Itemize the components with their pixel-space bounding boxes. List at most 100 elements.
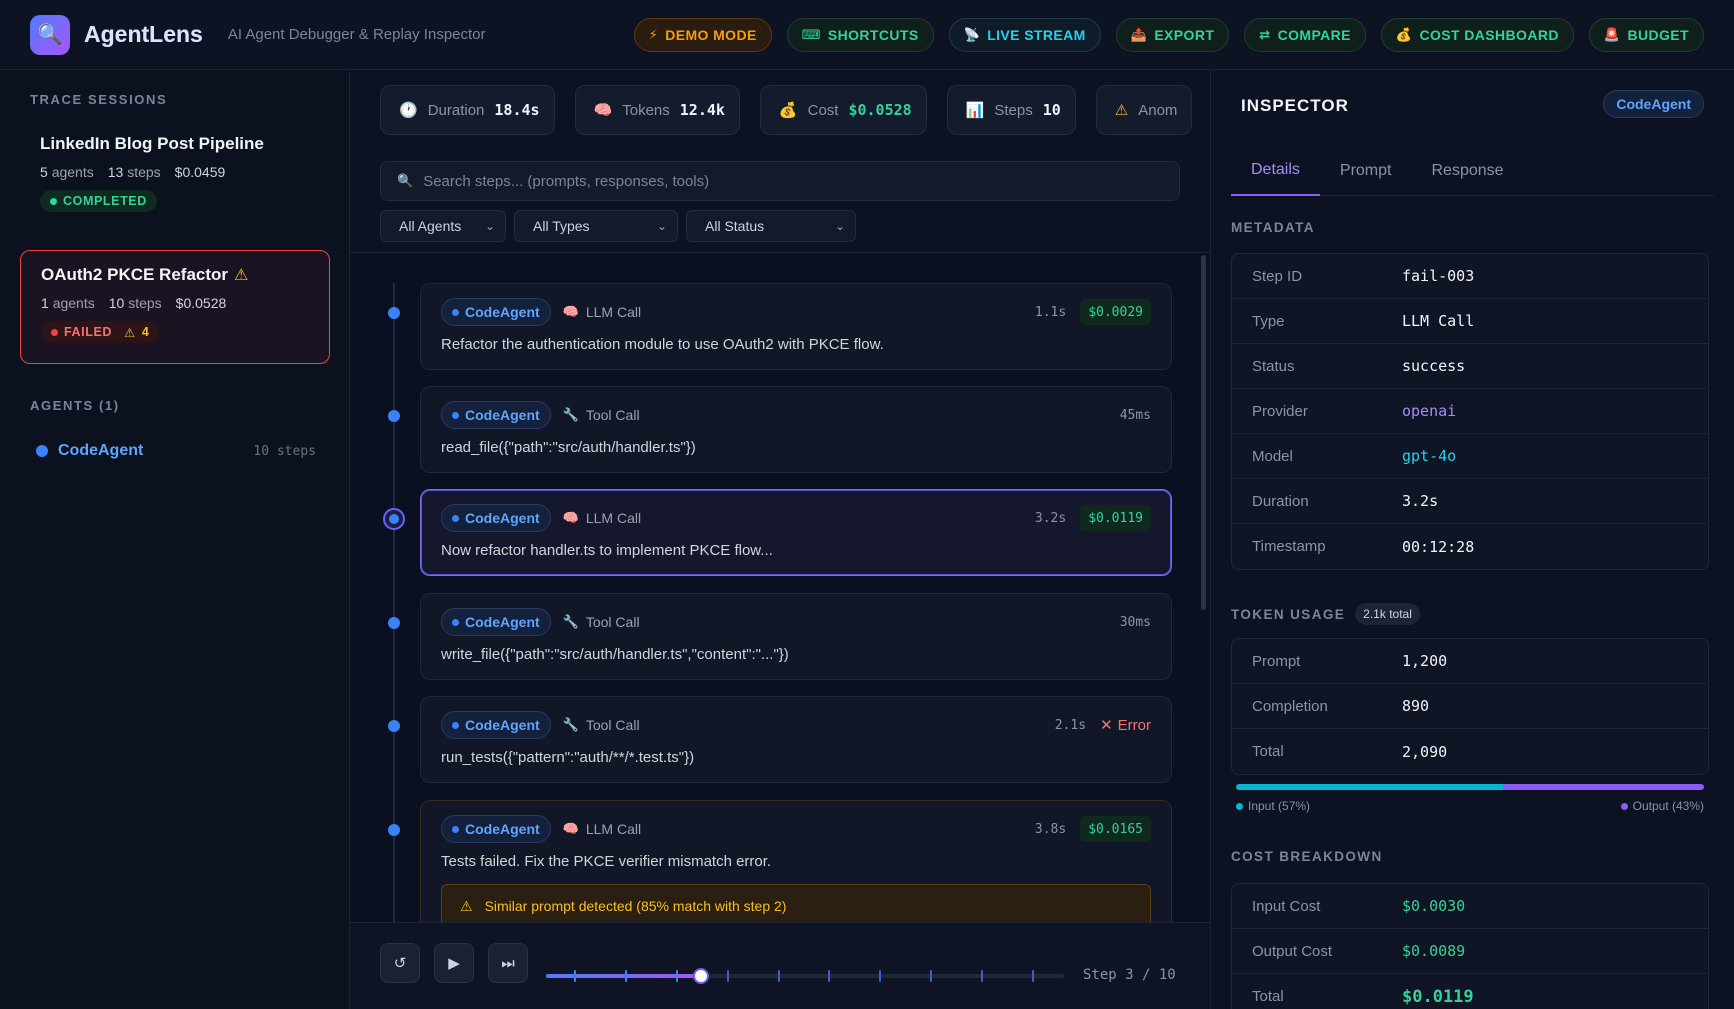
tab-prompt[interactable]: Prompt (1320, 146, 1412, 196)
step-type-label: LLM Call (585, 821, 642, 837)
step-marker[interactable] (675, 970, 678, 982)
kv-row: Total 2,090 (1232, 729, 1708, 774)
reset-icon: ↺ (393, 955, 407, 972)
shortcuts-button[interactable]: ⌨ SHORTCUTS (786, 17, 934, 52)
timeline-dot[interactable] (388, 617, 400, 629)
step-cost: $0.0165 (1080, 816, 1151, 842)
timeline-dot[interactable] (388, 307, 400, 319)
kv-value: 00:12:28 (1402, 537, 1475, 556)
agents-label: AGENTS (1) (30, 398, 120, 413)
reset-button[interactable]: ↺ (380, 943, 420, 983)
session-step-count: 13 (107, 164, 124, 180)
search-input[interactable] (423, 172, 1163, 190)
timeline-dot[interactable] (388, 824, 400, 836)
alarm-icon: 🚨 (1603, 26, 1621, 42)
app-title: AgentLens (84, 21, 203, 47)
step-marker[interactable] (1032, 970, 1034, 982)
token-total-chip: 2.1k total (1355, 603, 1420, 625)
inspector-agent-badge: CodeAgent (1603, 90, 1704, 118)
budget-button[interactable]: 🚨 BUDGET (1588, 17, 1704, 52)
stat-value: 18.4s (494, 101, 540, 119)
legend-dot (1236, 802, 1243, 810)
agent-name: CodeAgent (465, 717, 540, 733)
step-type: 🔧 Tool Call (563, 717, 640, 733)
step-card[interactable]: CodeAgent 🔧 Tool Call 45ms read_file({"path"… (420, 386, 1172, 473)
agent-dot (452, 308, 459, 316)
slider-handle[interactable] (693, 968, 710, 984)
step-content: read_file({"path":"src/auth/handler.ts"}… (441, 439, 696, 456)
export-button[interactable]: 📤 EXPORT (1115, 17, 1230, 52)
step-type-label: LLM Call (585, 510, 642, 526)
session-item-oauth[interactable]: OAuth2 PKCE Refactor ⚠ 1 agents 10 steps… (20, 250, 330, 364)
step-duration: 2.1s (1054, 717, 1087, 733)
timeline-line (393, 283, 395, 983)
session-agent-count: 1 (41, 295, 49, 311)
step-stats: 1.1s $0.0029 (1035, 299, 1151, 325)
stat-label: Anom (1138, 101, 1178, 119)
select-value: All Status (705, 218, 765, 234)
step-header: CodeAgent 🧠 LLM Call 3.2s $0.0119 (441, 504, 1151, 532)
session-item-linkedin[interactable]: LinkedIn Blog Post Pipeline 5 agents 13 … (20, 120, 330, 220)
step-marker[interactable] (574, 970, 576, 982)
agent-badge: CodeAgent (441, 298, 551, 326)
stat-label: Cost (807, 101, 839, 119)
kv-key: Input Cost (1252, 897, 1321, 915)
agent-dot (452, 618, 459, 626)
tab-response[interactable]: Response (1411, 146, 1523, 196)
step-marker[interactable] (624, 970, 627, 982)
live-stream-button[interactable]: 📡 LIVE STREAM (948, 17, 1101, 52)
scrollbar-thumb[interactable] (1201, 255, 1206, 610)
compare-button[interactable]: ⇄ COMPARE (1244, 17, 1366, 52)
button-label: EXPORT (1154, 26, 1215, 43)
select-value: All Types (533, 218, 590, 234)
error-label: Error (1117, 716, 1151, 734)
playback-bar: ↺ ▶ ⏭ Step 3 / 10 (350, 922, 1210, 1009)
step-marker[interactable] (981, 970, 984, 982)
step-card[interactable]: CodeAgent 🔧 Tool Call 30ms write_file({"path… (420, 593, 1172, 680)
timeline-dot[interactable] (388, 410, 400, 422)
token-usage-table: Prompt 1,200 Completion 890 Total 2,090 (1231, 638, 1709, 775)
stat-label: Steps (994, 101, 1033, 119)
cost-breakdown-label: COST BREAKDOWN (1231, 849, 1383, 864)
step-card[interactable]: CodeAgent 🧠 LLM Call 1.1s $0.0029 Refactor th… (420, 283, 1172, 370)
timeline-dot[interactable] (383, 508, 405, 530)
export-icon: 📤 (1130, 26, 1148, 42)
agent-item-codeagent[interactable]: CodeAgent 10 steps (36, 442, 316, 460)
status-filter-select[interactable]: All Status ⌄ (686, 210, 856, 242)
playback-slider[interactable] (546, 968, 1064, 984)
stat-label: Duration (427, 101, 485, 119)
step-marker[interactable] (930, 970, 933, 982)
magnifier-icon: 🔍 (37, 24, 63, 46)
agent-filter-select[interactable]: All Agents ⌄ (380, 210, 506, 242)
money-bag-icon: 💰 (1395, 26, 1413, 42)
money-bag-icon: 💰 (778, 102, 798, 119)
stat-anom: ⚠ Anom (1095, 85, 1193, 135)
agent-dot (452, 825, 459, 833)
app-subtitle: AI Agent Debugger & Replay Inspector (227, 26, 486, 43)
step-marker[interactable] (828, 970, 831, 982)
step-marker[interactable] (879, 970, 882, 982)
step-card[interactable]: CodeAgent 🔧 Tool Call 2.1s ✕ Error run_tests({… (420, 696, 1172, 783)
timeline-dot[interactable] (388, 720, 400, 732)
tab-details[interactable]: Details (1231, 146, 1320, 196)
metadata-table: Step ID fail-003 Type LLM Call Status success… (1231, 253, 1709, 570)
step-counter: Step 3 / 10 (1083, 967, 1176, 983)
cost-dashboard-button[interactable]: 💰 COST DASHBOARD (1380, 17, 1574, 52)
skip-end-button[interactable]: ⏭ (488, 943, 528, 983)
warning-text: Similar prompt detected (85% match with … (484, 898, 787, 914)
step-marker[interactable] (777, 970, 780, 982)
status-badge-completed: COMPLETED (40, 190, 157, 212)
stat-cost: 💰 Cost $0.0528 (759, 85, 927, 135)
step-marker[interactable] (726, 970, 729, 982)
step-card[interactable]: CodeAgent 🧠 LLM Call 3.8s $0.0165 Tests faile… (420, 800, 1172, 937)
stat-label: Tokens (622, 101, 670, 119)
agent-step-count: 10 steps (253, 443, 316, 459)
demo-mode-button[interactable]: ⚡ DEMO MODE (633, 17, 772, 52)
agent-badge: CodeAgent (441, 711, 551, 739)
step-card[interactable]: CodeAgent 🧠 LLM Call 3.2s $0.0119 Now refacto… (420, 489, 1172, 576)
type-filter-select[interactable]: All Types ⌄ (514, 210, 678, 242)
step-type: 🧠 LLM Call (563, 821, 641, 837)
play-button[interactable]: ▶ (434, 943, 474, 983)
search-box[interactable]: 🔍 (380, 161, 1180, 201)
kv-key: Duration (1252, 492, 1309, 510)
